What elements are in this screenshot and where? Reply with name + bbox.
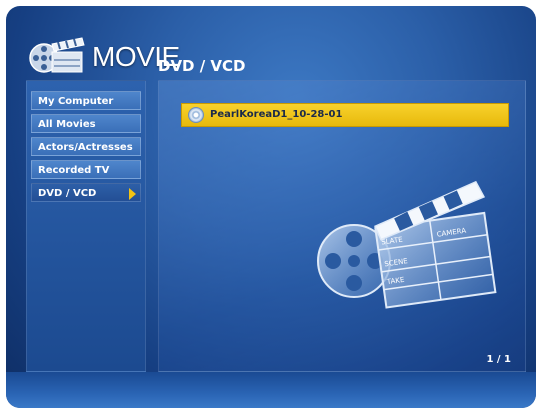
sidebar-item-label: DVD / VCD: [38, 188, 97, 199]
media-center-screen: MOVIE DVD / VCD My Computer All Movies A…: [6, 6, 536, 408]
sidebar-item-recorded-tv[interactable]: Recorded TV: [31, 160, 141, 179]
content-panel: PearlKoreaD1_10-28-01 SLATE CAMERA SCENE…: [158, 80, 526, 372]
sidebar-item-label: My Computer: [38, 96, 114, 107]
sidebar-item-label: Actors/Actresses: [38, 142, 133, 153]
movie-logo-icon: [29, 37, 85, 73]
sidebar-item-label: Recorded TV: [38, 165, 110, 176]
sidebar-item-label: All Movies: [38, 119, 96, 130]
page-indicator: 1 / 1: [486, 354, 511, 365]
list-item[interactable]: PearlKoreaD1_10-28-01: [181, 103, 509, 127]
page-title: DVD / VCD: [158, 57, 246, 75]
sidebar: My Computer All Movies Actors/Actresses …: [26, 80, 146, 372]
clapperboard-icon: SLATE CAMERA SCENE TAKE: [317, 180, 497, 309]
sidebar-item-all-movies[interactable]: All Movies: [31, 114, 141, 133]
chevron-right-icon: [129, 188, 136, 200]
sidebar-item-actors-actresses[interactable]: Actors/Actresses: [31, 137, 141, 156]
disc-icon: [188, 107, 204, 123]
file-name: PearlKoreaD1_10-28-01: [210, 109, 343, 120]
sidebar-item-dvd-vcd[interactable]: DVD / VCD: [31, 183, 141, 202]
sidebar-item-my-computer[interactable]: My Computer: [31, 91, 141, 110]
